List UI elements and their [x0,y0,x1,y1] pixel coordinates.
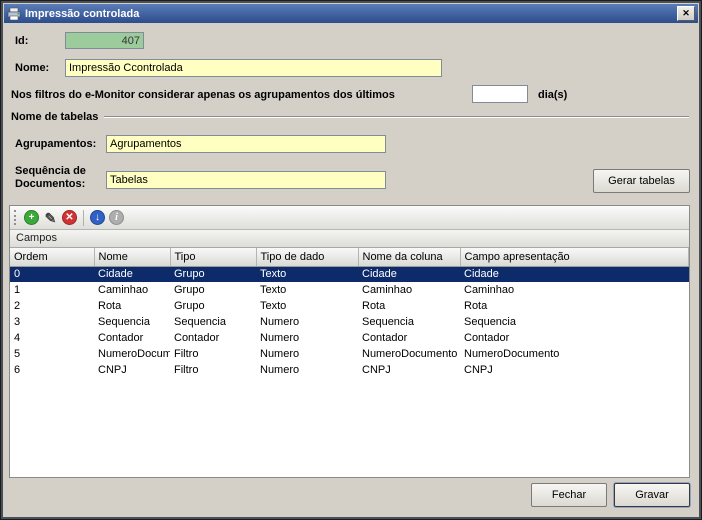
table-cell: Numero [256,314,358,330]
grid-toolbar: + ✎ ✕ ↓ i [10,206,689,230]
delete-icon[interactable]: ✕ [62,210,77,225]
move-down-icon[interactable]: ↓ [90,210,105,225]
table-cell: CNPJ [94,362,170,378]
table-cell: Contador [94,330,170,346]
table-cell: CNPJ [358,362,460,378]
toolbar-grip[interactable] [14,210,17,225]
dialog-window: Impressão controlada ✕ Id: Nome: Nos fil… [0,0,702,520]
title-bar[interactable]: Impressão controlada ✕ [4,4,698,23]
table-cell: 5 [10,346,94,362]
toolbar-separator [83,210,84,226]
table-cell: 0 [10,266,94,282]
table-cell: Contador [358,330,460,346]
campos-grid: + ✎ ✕ ↓ i Campos OrdemNomeTipoTipo de da… [9,205,690,478]
edit-icon[interactable]: ✎ [43,210,58,225]
table-row[interactable]: 5NumeroDocume...FiltroNumeroNumeroDocume… [10,346,689,362]
tabelas-group-title: Nome de tabelas [11,111,98,123]
sequencia-documentos-input[interactable] [106,171,386,189]
table-cell: Texto [256,282,358,298]
campos-grid-body: 0CidadeGrupoTextoCidadeCidade1CaminhaoGr… [10,266,689,378]
table-cell: Numero [256,330,358,346]
table-cell: Filtro [170,346,256,362]
table-cell: NumeroDocumento [460,346,689,362]
gerar-tabelas-button[interactable]: Gerar tabelas [593,169,690,193]
table-cell: Sequencia [460,314,689,330]
printer-icon [7,7,21,21]
table-cell: Grupo [170,298,256,314]
dias-suffix-label: dia(s) [538,89,567,101]
table-row[interactable]: 2RotaGrupoTextoRotaRota [10,298,689,314]
sequencia-documentos-label: Sequência deDocumentos: [15,165,86,191]
table-cell: Sequencia [358,314,460,330]
table-row[interactable]: 6CNPJFiltroNumeroCNPJCNPJ [10,362,689,378]
gravar-button[interactable]: Gravar [614,483,690,507]
grid-header-row: OrdemNomeTipoTipo de dadoNome da colunaC… [10,248,689,266]
filtros-label: Nos filtros do e-Monitor considerar apen… [11,89,395,101]
table-cell: Contador [460,330,689,346]
table-cell: 2 [10,298,94,314]
table-cell: CNPJ [460,362,689,378]
table-cell: Contador [170,330,256,346]
campos-table: OrdemNomeTipoTipo de dadoNome da colunaC… [10,248,689,378]
column-header[interactable]: Nome [94,248,170,266]
close-button[interactable]: ✕ [677,6,695,21]
table-cell: NumeroDocumento [358,346,460,362]
table-row[interactable]: 3SequenciaSequenciaNumeroSequenciaSequen… [10,314,689,330]
agrupamentos-input[interactable] [106,135,386,153]
window-title: Impressão controlada [25,8,139,20]
nome-input[interactable] [65,59,442,77]
column-header[interactable]: Tipo [170,248,256,266]
tabelas-group-header: Nome de tabelas [11,111,689,123]
sequencia-label-line2: Documentos: [15,178,85,190]
table-row[interactable]: 4ContadorContadorNumeroContadorContador [10,330,689,346]
table-cell: Numero [256,346,358,362]
column-header[interactable]: Campo apresentação [460,248,689,266]
table-cell: Cidade [460,266,689,282]
table-cell: Sequencia [170,314,256,330]
group-divider [104,116,689,118]
column-header[interactable]: Nome da coluna [358,248,460,266]
table-cell: Numero [256,362,358,378]
info-icon[interactable]: i [109,210,124,225]
table-cell: 6 [10,362,94,378]
table-cell: NumeroDocume... [94,346,170,362]
dialog-body: Id: Nome: Nos filtros do e-Monitor consi… [4,23,698,516]
table-cell: Cidade [94,266,170,282]
table-cell: 3 [10,314,94,330]
table-cell: 4 [10,330,94,346]
sequencia-label-line1: Sequência de [15,165,86,177]
table-cell: Grupo [170,266,256,282]
table-cell: Cidade [358,266,460,282]
table-row[interactable]: 1CaminhaoGrupoTextoCaminhaoCaminhao [10,282,689,298]
table-cell: Caminhao [94,282,170,298]
campos-band[interactable]: Campos [10,230,689,248]
column-header[interactable]: Tipo de dado [256,248,358,266]
table-cell: Grupo [170,282,256,298]
table-cell: Caminhao [358,282,460,298]
table-cell: Caminhao [460,282,689,298]
fechar-button[interactable]: Fechar [531,483,607,507]
agrupamentos-label: Agrupamentos: [15,138,96,150]
table-cell: Rota [94,298,170,314]
table-cell: Rota [358,298,460,314]
dias-input[interactable] [472,85,528,103]
table-cell: Sequencia [94,314,170,330]
id-label: Id: [15,35,28,47]
id-field [65,32,144,49]
table-row[interactable]: 0CidadeGrupoTextoCidadeCidade [10,266,689,282]
table-cell: Filtro [170,362,256,378]
table-cell: Texto [256,298,358,314]
table-cell: Texto [256,266,358,282]
table-cell: Rota [460,298,689,314]
add-icon[interactable]: + [24,210,39,225]
table-cell: 1 [10,282,94,298]
column-header[interactable]: Ordem [10,248,94,266]
nome-label: Nome: [15,62,49,74]
